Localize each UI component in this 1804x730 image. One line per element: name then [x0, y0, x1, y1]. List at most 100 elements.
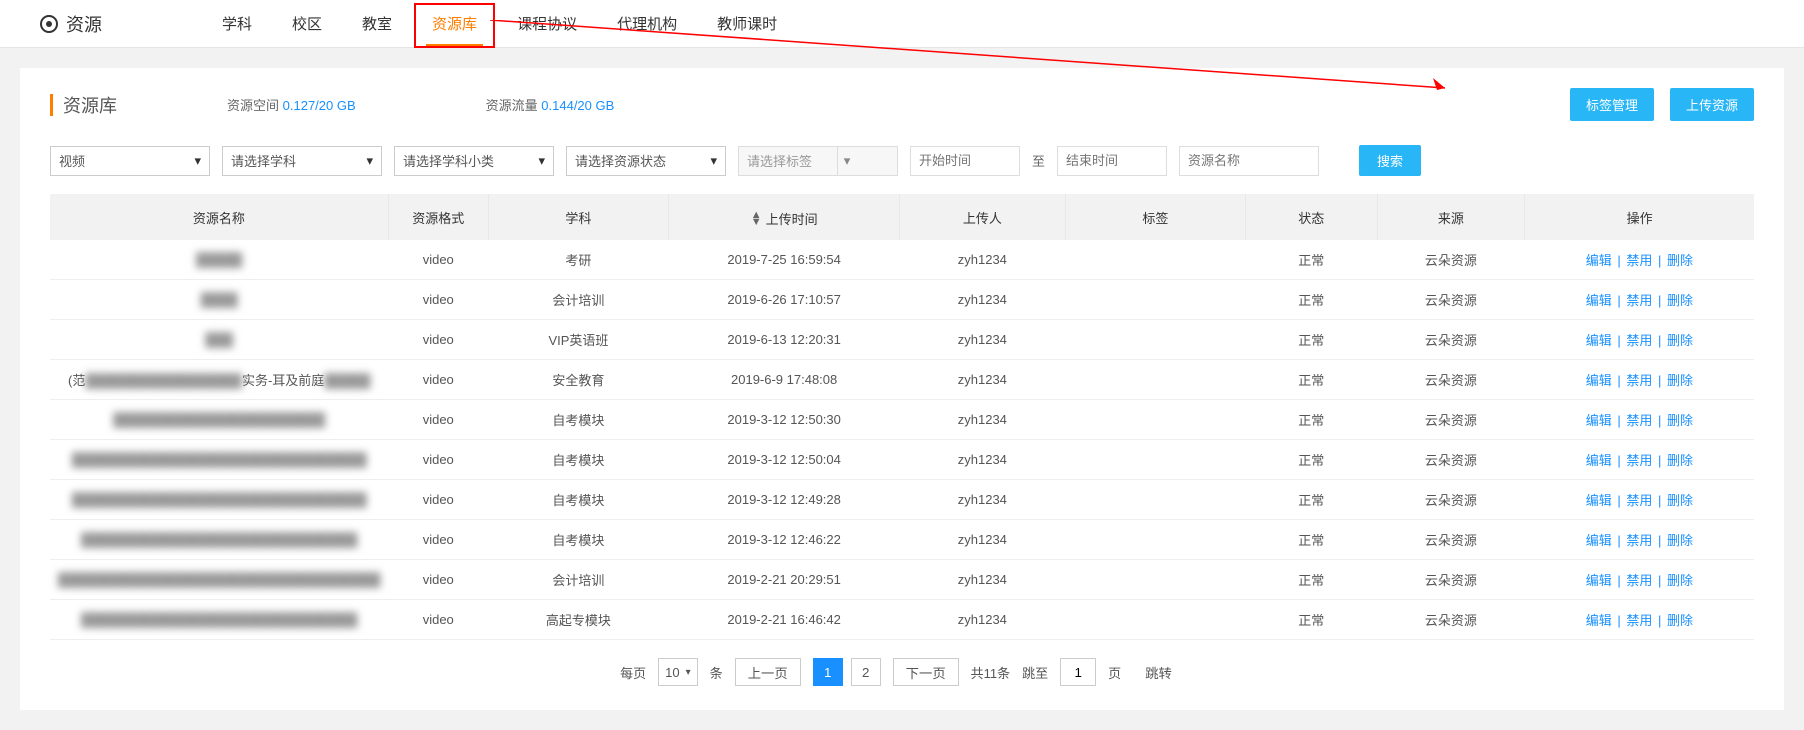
nav-tab-3[interactable]: 资源库 [432, 1, 477, 46]
cell-subject: 安全教育 [488, 360, 669, 400]
delete-link[interactable]: 删除 [1667, 613, 1693, 628]
end-date-input[interactable] [1057, 146, 1167, 176]
cell-source: 云朵资源 [1377, 400, 1525, 440]
cell-actions: 编辑 | 禁用 | 删除 [1525, 600, 1754, 640]
tag-select[interactable]: 请选择标签▾ [738, 146, 898, 176]
cell-status: 正常 [1246, 520, 1378, 560]
cell-status: 正常 [1246, 600, 1378, 640]
col-header-5: 标签 [1065, 194, 1245, 240]
edit-link[interactable]: 编辑 [1586, 373, 1612, 388]
disable-link[interactable]: 禁用 [1626, 613, 1652, 628]
cell-tag [1065, 600, 1245, 640]
cell-name: (范█████████████████实务-耳及前庭█████ [50, 360, 388, 400]
delete-link[interactable]: 删除 [1667, 453, 1693, 468]
disable-link[interactable]: 禁用 [1626, 453, 1652, 468]
nav-tab-4[interactable]: 课程协议 [517, 1, 577, 46]
per-page-select[interactable]: 10 [658, 658, 698, 686]
cell-format: video [388, 600, 488, 640]
delete-link[interactable]: 删除 [1667, 413, 1693, 428]
disable-link[interactable]: 禁用 [1626, 293, 1652, 308]
cell-tag [1065, 400, 1245, 440]
page-number-2[interactable]: 2 [851, 658, 881, 686]
delete-link[interactable]: 删除 [1667, 253, 1693, 268]
delete-link[interactable]: 删除 [1667, 293, 1693, 308]
cell-name: ████████████████████████████████ [50, 480, 388, 520]
cell-name: ███ [50, 320, 388, 360]
prev-page-button[interactable]: 上一页 [735, 658, 801, 686]
delete-link[interactable]: 删除 [1667, 533, 1693, 548]
col-header-2: 学科 [488, 194, 669, 240]
disable-link[interactable]: 禁用 [1626, 333, 1652, 348]
edit-link[interactable]: 编辑 [1586, 533, 1612, 548]
disable-link[interactable]: 禁用 [1626, 253, 1652, 268]
cell-subject: 自考模块 [488, 520, 669, 560]
cell-actions: 编辑 | 禁用 | 删除 [1525, 400, 1754, 440]
top-nav: 资源 学科校区教室资源库课程协议代理机构教师课时 [0, 0, 1804, 48]
cell-status: 正常 [1246, 240, 1378, 280]
nav-tab-5[interactable]: 代理机构 [617, 1, 677, 46]
disable-link[interactable]: 禁用 [1626, 373, 1652, 388]
subject-select[interactable]: 请选择学科 [222, 146, 382, 176]
delete-link[interactable]: 删除 [1667, 573, 1693, 588]
table-row: ███████████████████████████████████video… [50, 560, 1754, 600]
disable-link[interactable]: 禁用 [1626, 413, 1652, 428]
jump-button[interactable]: 跳转 [1133, 658, 1184, 686]
delete-link[interactable]: 删除 [1667, 333, 1693, 348]
edit-link[interactable]: 编辑 [1586, 333, 1612, 348]
edit-link[interactable]: 编辑 [1586, 613, 1612, 628]
jump-page-input[interactable] [1060, 658, 1096, 686]
cell-source: 云朵资源 [1377, 520, 1525, 560]
subcategory-select[interactable]: 请选择学科小类 [394, 146, 554, 176]
tag-manage-button[interactable]: 标签管理 [1570, 88, 1654, 121]
col-header-3[interactable]: ▲▼上传时间 [669, 194, 900, 240]
table-row: █████video考研2019-7-25 16:59:54zyh1234正常云… [50, 240, 1754, 280]
disable-link[interactable]: 禁用 [1626, 533, 1652, 548]
nav-tab-1[interactable]: 校区 [292, 1, 322, 46]
upload-resource-button[interactable]: 上传资源 [1670, 88, 1754, 121]
edit-link[interactable]: 编辑 [1586, 493, 1612, 508]
edit-link[interactable]: 编辑 [1586, 293, 1612, 308]
page-number-1[interactable]: 1 [813, 658, 843, 686]
cell-time: 2019-3-12 12:50:30 [669, 400, 900, 440]
type-select[interactable]: 视频 [50, 146, 210, 176]
cell-name: █████ [50, 240, 388, 280]
nav-tab-6[interactable]: 教师课时 [717, 1, 777, 46]
status-select[interactable]: 请选择资源状态 [566, 146, 726, 176]
cell-tag [1065, 560, 1245, 600]
edit-link[interactable]: 编辑 [1586, 253, 1612, 268]
col-header-1: 资源格式 [388, 194, 488, 240]
nav-tab-2[interactable]: 教室 [362, 1, 392, 46]
edit-link[interactable]: 编辑 [1586, 413, 1612, 428]
delete-link[interactable]: 删除 [1667, 373, 1693, 388]
cell-status: 正常 [1246, 400, 1378, 440]
space-label: 资源空间 [227, 98, 279, 113]
cell-uploader: zyh1234 [900, 360, 1066, 400]
edit-link[interactable]: 编辑 [1586, 573, 1612, 588]
delete-link[interactable]: 删除 [1667, 493, 1693, 508]
cell-name: ████ [50, 280, 388, 320]
cell-time: 2019-6-26 17:10:57 [669, 280, 900, 320]
resource-table: 资源名称资源格式学科▲▼上传时间上传人标签状态来源操作 █████video考研… [50, 194, 1754, 640]
cell-actions: 编辑 | 禁用 | 删除 [1525, 520, 1754, 560]
cell-format: video [388, 400, 488, 440]
col-header-0: 资源名称 [50, 194, 388, 240]
next-page-button[interactable]: 下一页 [893, 658, 959, 686]
jump-unit: 页 [1108, 663, 1121, 682]
sort-icon: ▲▼ [751, 212, 762, 225]
traffic-stat: 资源流量 0.144/20 GB [486, 95, 615, 114]
edit-link[interactable]: 编辑 [1586, 453, 1612, 468]
cell-tag [1065, 280, 1245, 320]
header-actions: 标签管理 上传资源 [1570, 88, 1754, 121]
nav-tab-0[interactable]: 学科 [222, 1, 252, 46]
search-button[interactable]: 搜索 [1359, 145, 1421, 176]
cell-uploader: zyh1234 [900, 600, 1066, 640]
cell-actions: 编辑 | 禁用 | 删除 [1525, 360, 1754, 400]
resource-name-input[interactable] [1179, 146, 1319, 176]
disable-link[interactable]: 禁用 [1626, 573, 1652, 588]
start-date-input[interactable] [910, 146, 1020, 176]
table-row: ███████████████████████video自考模块2019-3-1… [50, 400, 1754, 440]
cell-subject: 自考模块 [488, 480, 669, 520]
cell-time: 2019-3-12 12:50:04 [669, 440, 900, 480]
disable-link[interactable]: 禁用 [1626, 493, 1652, 508]
cell-uploader: zyh1234 [900, 240, 1066, 280]
